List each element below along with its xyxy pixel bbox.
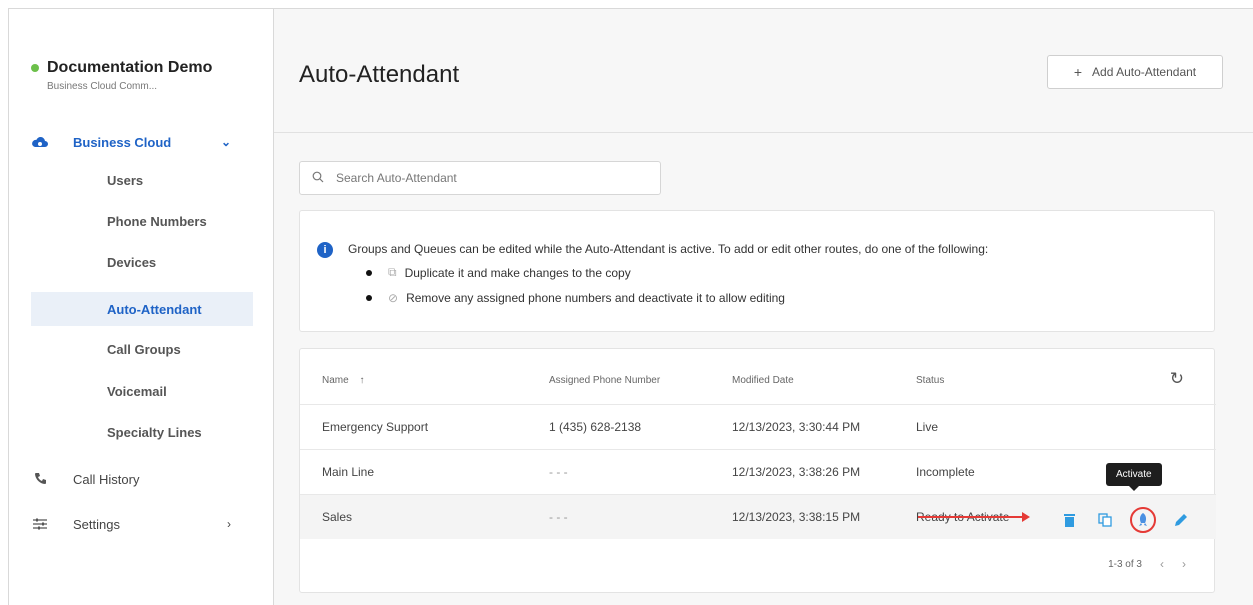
pagination-range: 1-3 of 3 xyxy=(1108,558,1142,570)
nav-business-cloud-label: Business Cloud xyxy=(73,134,172,150)
duplicate-icon[interactable] xyxy=(1094,509,1116,531)
auto-attendant-table: Name ↑ Assigned Phone Number Modified Da… xyxy=(299,348,1216,593)
info-text: Groups and Queues can be edited while th… xyxy=(348,242,989,256)
cell-status: Incomplete xyxy=(916,465,975,479)
info-box: i Groups and Queues can be edited while … xyxy=(299,210,1215,332)
search-input[interactable]: Search Auto-Attendant xyxy=(299,161,661,195)
chevron-left-icon[interactable]: ‹ xyxy=(1160,557,1164,571)
table-row[interactable]: Emergency Support 1 (435) 628-2138 12/13… xyxy=(300,404,1216,449)
sidebar-item-devices[interactable]: Devices xyxy=(31,245,253,279)
org-header[interactable]: Documentation Demo Business Cloud Comm..… xyxy=(31,59,212,92)
column-header-phone: Assigned Phone Number xyxy=(549,375,661,386)
column-header-status: Status xyxy=(916,375,945,386)
search-placeholder: Search Auto-Attendant xyxy=(336,171,457,185)
org-subtitle: Business Cloud Comm... xyxy=(47,81,158,92)
cell-status: Live xyxy=(916,420,939,434)
cell-modified: 12/13/2023, 3:38:15 PM xyxy=(732,510,861,524)
add-auto-attendant-label: Add Auto-Attendant xyxy=(1092,65,1197,79)
page-header: Auto-Attendant + Add Auto-Attendant xyxy=(274,9,1253,133)
rocket-off-icon: ⊘ xyxy=(388,291,399,305)
add-auto-attendant-button[interactable]: + Add Auto-Attendant xyxy=(1047,55,1223,89)
table-row[interactable]: Main Line - - - 12/13/2023, 3:38:26 PM I… xyxy=(300,449,1216,494)
rocket-icon[interactable] xyxy=(1130,507,1156,533)
sidebar-item-voicemail[interactable]: Voicemail xyxy=(31,374,253,408)
cell-name: Main Line xyxy=(322,465,375,479)
delete-icon[interactable] xyxy=(1058,509,1080,531)
cell-name: Sales xyxy=(322,510,353,524)
cell-phone: - - - xyxy=(549,465,568,479)
chevron-down-icon: ⌄ xyxy=(220,135,231,149)
chevron-right-icon: › xyxy=(227,517,231,531)
red-arrow-annotation xyxy=(918,512,1030,522)
plus-icon: + xyxy=(1073,64,1083,80)
page-title: Auto-Attendant xyxy=(299,61,460,88)
bullet-dot-icon xyxy=(366,269,372,276)
nav-call-history-label: Call History xyxy=(73,471,140,487)
cell-phone: - - - xyxy=(549,510,568,524)
cell-phone: 1 (435) 628-2138 xyxy=(549,420,642,434)
chevron-right-icon[interactable]: › xyxy=(1182,557,1186,571)
phone-history-icon xyxy=(31,470,49,488)
cell-name: Emergency Support xyxy=(322,420,429,434)
refresh-icon[interactable]: ↻ xyxy=(1170,369,1184,389)
bullet-dot-icon xyxy=(366,295,372,301)
edit-pencil-icon[interactable] xyxy=(1170,509,1192,531)
sliders-icon xyxy=(31,515,49,533)
row-actions xyxy=(1044,507,1192,533)
sidebar-item-specialty-lines[interactable]: Specialty Lines xyxy=(31,415,253,449)
org-name: Documentation Demo xyxy=(47,59,213,76)
nav-business-cloud[interactable]: Business Cloud ⌄ xyxy=(31,133,253,151)
sidebar-item-auto-attendant[interactable]: Auto-Attendant xyxy=(31,292,253,326)
cell-modified: 12/13/2023, 3:38:26 PM xyxy=(732,465,861,479)
sidebar-item-phone-numbers[interactable]: Phone Numbers xyxy=(31,204,253,238)
search-icon xyxy=(312,171,324,186)
table-row[interactable]: Sales - - - 12/13/2023, 3:38:15 PM Ready… xyxy=(300,494,1216,539)
nav-call-history[interactable]: Call History xyxy=(31,470,139,488)
info-bullet-duplicate-text: Duplicate it and make changes to the cop… xyxy=(404,265,631,280)
info-icon: i xyxy=(317,242,333,258)
activate-tooltip: Activate xyxy=(1106,463,1162,491)
info-bullet-duplicate: ⧉ Duplicate it and make changes to the c… xyxy=(366,265,631,280)
sort-arrow-up-icon: ↑ xyxy=(359,375,365,386)
status-dot-icon xyxy=(31,64,39,72)
column-header-name[interactable]: Name ↑ xyxy=(322,375,364,386)
sidebar-item-call-groups[interactable]: Call Groups xyxy=(31,332,253,366)
app-frame: Documentation Demo Business Cloud Comm..… xyxy=(8,8,1253,605)
cell-modified: 12/13/2023, 3:30:44 PM xyxy=(732,420,861,434)
sidebar: Documentation Demo Business Cloud Comm..… xyxy=(9,9,274,605)
info-bullet-remove-text: Remove any assigned phone numbers and de… xyxy=(406,291,785,305)
nav-settings[interactable]: Settings › xyxy=(31,515,253,533)
pagination: 1-3 of 3 ‹ › xyxy=(1108,557,1186,571)
main-content: Auto-Attendant + Add Auto-Attendant Sear… xyxy=(274,9,1253,605)
duplicate-icon: ⧉ xyxy=(388,265,397,279)
column-header-modified: Modified Date xyxy=(732,375,794,386)
cloud-icon xyxy=(31,133,49,151)
nav-settings-label: Settings xyxy=(73,516,120,532)
info-bullet-remove: ⊘ Remove any assigned phone numbers and … xyxy=(366,291,785,305)
sidebar-item-users[interactable]: Users xyxy=(31,163,253,197)
